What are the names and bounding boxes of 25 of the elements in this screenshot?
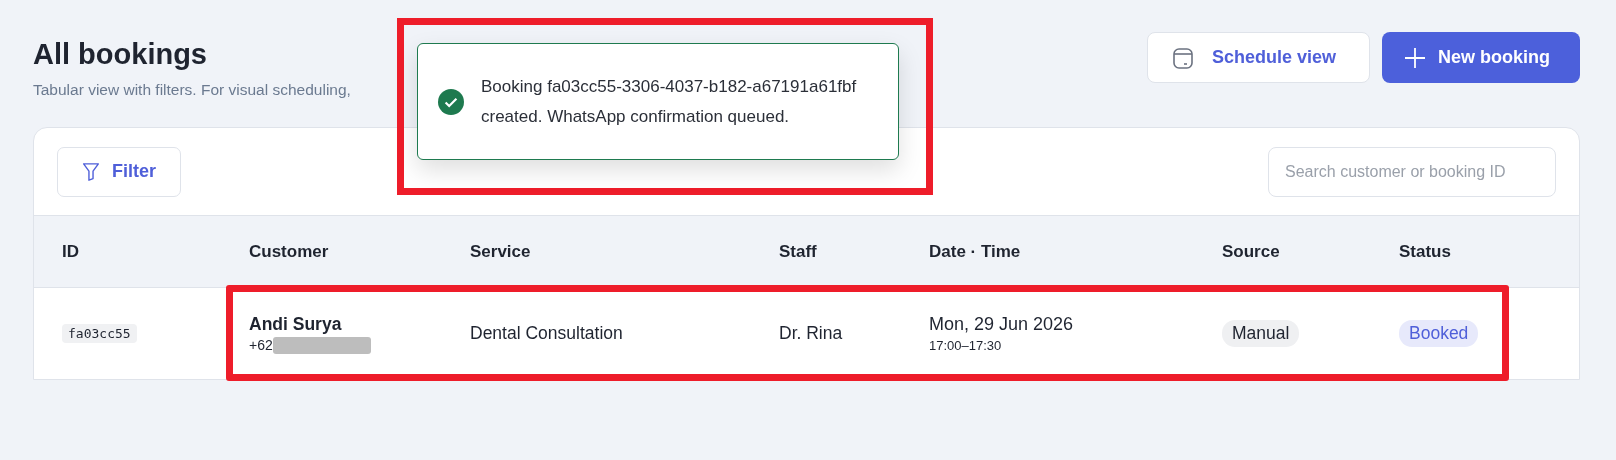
column-header: Staff	[779, 241, 818, 262]
search-field[interactable]: Search customer or booking ID	[1268, 146, 1556, 197]
booking-id: fa03cc55	[62, 324, 137, 343]
status-badge: Booked	[1399, 320, 1479, 347]
booking-time: 17:00–17:30	[929, 338, 1002, 353]
column-header: Status	[1399, 241, 1452, 262]
page-subtitle: Tabular view with filters. For visual scheduling,	[33, 81, 351, 99]
schedule-view-button[interactable]: Schedule view	[1147, 32, 1370, 83]
phone-number: +62	[249, 337, 273, 353]
booking-date: Mon, 29 Jun 2026	[929, 314, 1074, 335]
plus-icon	[1404, 46, 1426, 69]
table-cell: Dental Consultation	[470, 323, 623, 344]
table-cell: Dr. Rina	[779, 323, 843, 344]
source-tag: Manual	[1222, 320, 1300, 347]
column-header: Source	[1222, 241, 1281, 262]
new-booking-button[interactable]: New booking	[1382, 32, 1580, 83]
calendar-icon	[1172, 45, 1194, 70]
column-header: Customer	[249, 241, 330, 262]
column-header: ID	[62, 241, 80, 262]
toast-message: Booking fa03cc55-3306-4037-b182-a67191a61fbf created. WhatsApp confirmation queued.	[481, 75, 858, 128]
column-header: Date · Time	[929, 241, 1022, 262]
page-title: All bookings	[33, 38, 208, 71]
column-header: Service	[470, 241, 532, 262]
customer-name: Andi Surya	[249, 313, 342, 335]
filter-button[interactable]: Filter	[57, 146, 181, 197]
